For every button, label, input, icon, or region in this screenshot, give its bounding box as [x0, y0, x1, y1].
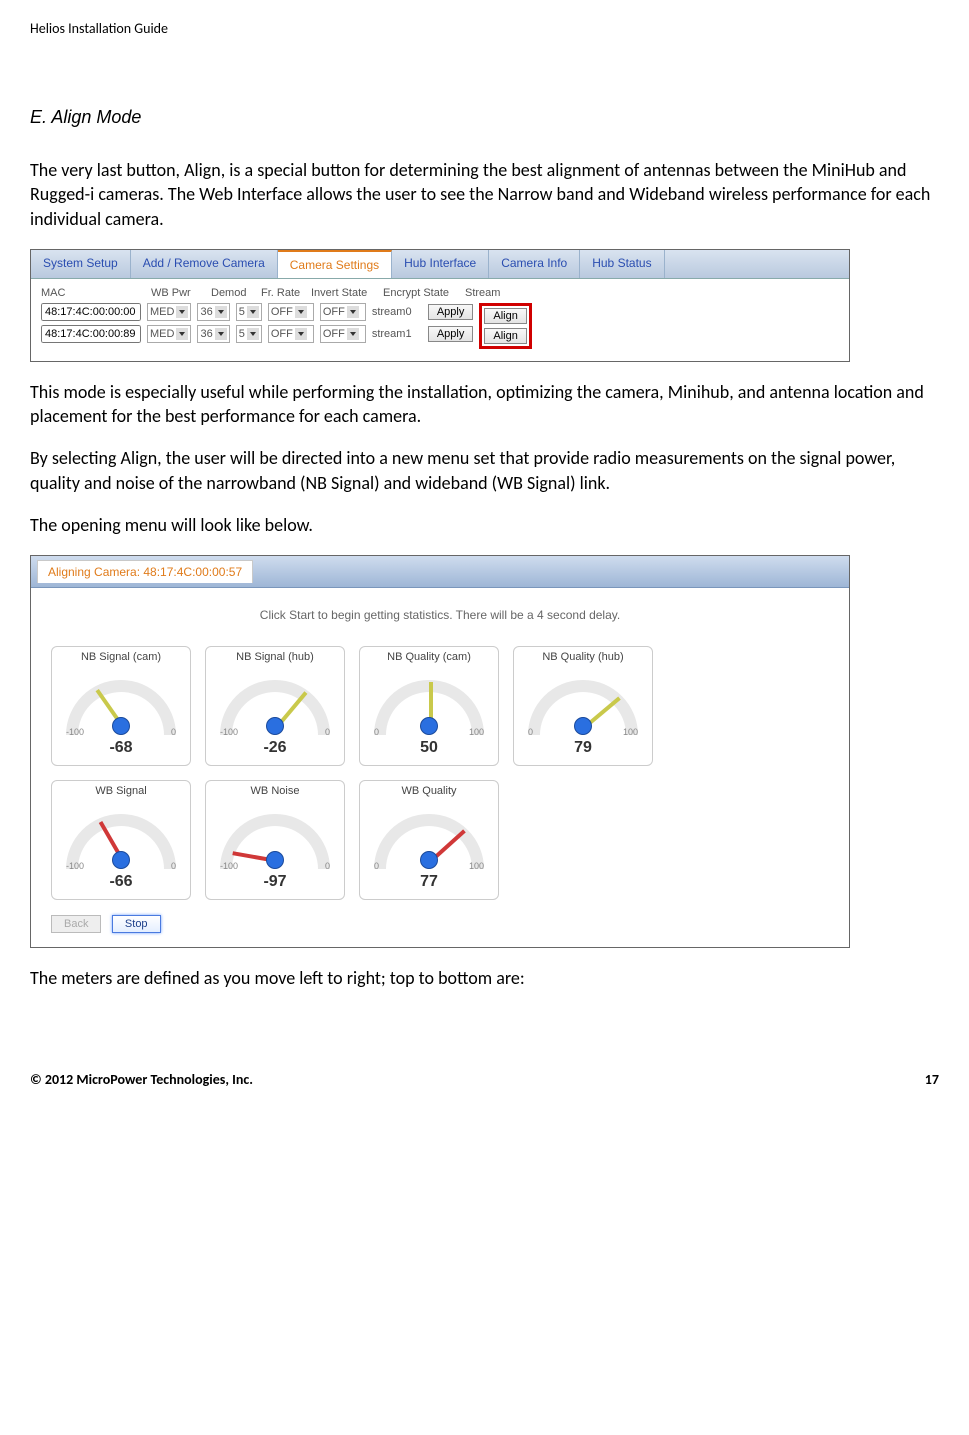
gauge-value: 79 — [514, 739, 652, 757]
gauge-ticks: -1000 — [206, 861, 344, 871]
doc-header: Helios Installation Guide — [30, 20, 939, 37]
invert-select[interactable]: OFF — [268, 325, 314, 343]
gauge: NB Quality (cam) 0100 50 — [359, 646, 499, 766]
chevron-down-icon — [295, 328, 307, 340]
col-encrypt: Encrypt State — [383, 287, 455, 299]
gauge-title: NB Quality (cam) — [360, 651, 498, 663]
encrypt-select[interactable]: OFF — [320, 303, 366, 321]
section-title: E. Align Mode — [30, 107, 939, 128]
paragraph-1: The very last button, Align, is a specia… — [30, 158, 939, 231]
gauge: NB Quality (hub) 0100 79 — [513, 646, 653, 766]
gauge-value: 77 — [360, 873, 498, 891]
gauge-title: WB Signal — [52, 785, 190, 797]
tab-camera-settings[interactable]: Camera Settings — [278, 250, 392, 278]
gauge-ticks: -1000 — [52, 861, 190, 871]
gauge: NB Signal (hub) -1000 -26 — [205, 646, 345, 766]
frrate-select[interactable]: 5 — [236, 303, 262, 321]
gauge-ticks: 0100 — [514, 727, 652, 737]
chevron-down-icon — [215, 328, 227, 340]
column-headers: MAC WB Pwr Demod Fr. Rate Invert State E… — [41, 287, 839, 299]
align-header-bar: Aligning Camera: 48:17:4C:00:00:57 — [31, 556, 849, 588]
tab-bar: System Setup Add / Remove Camera Camera … — [31, 250, 849, 279]
chevron-down-icon — [215, 306, 227, 318]
paragraph-4: The opening menu will look like below. — [30, 513, 939, 537]
screenshot-camera-settings: System Setup Add / Remove Camera Camera … — [30, 249, 850, 362]
col-frrate: Fr. Rate — [261, 287, 301, 299]
back-button: Back — [51, 915, 101, 933]
tab-add-remove-camera[interactable]: Add / Remove Camera — [131, 250, 278, 278]
demod-select[interactable]: 36 — [197, 325, 229, 343]
wbpwr-select[interactable]: MED — [147, 303, 191, 321]
col-mac: MAC — [41, 287, 141, 299]
frrate-select[interactable]: 5 — [236, 325, 262, 343]
gauge-ticks: 0100 — [360, 727, 498, 737]
gauge-title: WB Noise — [206, 785, 344, 797]
col-demod: Demod — [211, 287, 251, 299]
gauge-row-bottom: WB Signal -1000 -66 WB Noise -1000 -97 WB Qual… — [51, 780, 829, 900]
button-row: Back Stop — [51, 914, 829, 933]
invert-select[interactable]: OFF — [268, 303, 314, 321]
chevron-down-icon — [247, 306, 259, 318]
tab-camera-info[interactable]: Camera Info — [489, 250, 580, 278]
stream-label: stream0 — [372, 306, 422, 318]
gauge-value: -97 — [206, 873, 344, 891]
gauge-row-top: NB Signal (cam) -1000 -68 NB Signal (hub) -1… — [51, 646, 829, 766]
gauge: WB Signal -1000 -66 — [51, 780, 191, 900]
gauge-ticks: -1000 — [52, 727, 190, 737]
mac-field[interactable] — [41, 303, 141, 321]
tab-hub-status[interactable]: Hub Status — [580, 250, 664, 278]
gauge-ticks: -1000 — [206, 727, 344, 737]
gauge-title: NB Signal (cam) — [52, 651, 190, 663]
chevron-down-icon — [176, 306, 188, 318]
demod-select[interactable]: 36 — [197, 303, 229, 321]
page-number: 17 — [925, 1071, 939, 1088]
encrypt-select[interactable]: OFF — [320, 325, 366, 343]
chevron-down-icon — [347, 306, 359, 318]
tab-hub-interface[interactable]: Hub Interface — [392, 250, 489, 278]
gauge-title: NB Signal (hub) — [206, 651, 344, 663]
screenshot-align-gauges: Aligning Camera: 48:17:4C:00:00:57 Click… — [30, 555, 850, 948]
gauge-ticks: 0100 — [360, 861, 498, 871]
gauge: NB Signal (cam) -1000 -68 — [51, 646, 191, 766]
wbpwr-select[interactable]: MED — [147, 325, 191, 343]
chevron-down-icon — [295, 306, 307, 318]
copyright-text: © 2012 MicroPower Technologies, Inc. — [30, 1071, 253, 1088]
stop-button[interactable]: Stop — [112, 915, 161, 933]
gauge-title: WB Quality — [360, 785, 498, 797]
align-highlight-box: Align Align — [479, 303, 531, 349]
page-footer: © 2012 MicroPower Technologies, Inc. 17 — [30, 1071, 939, 1088]
align-tab-title: Aligning Camera: 48:17:4C:00:00:57 — [37, 560, 253, 583]
table-row: MED 36 5 OFF OFF stream0 Apply — [41, 303, 473, 321]
gauge-value: -68 — [52, 739, 190, 757]
tab-system-setup[interactable]: System Setup — [31, 250, 131, 278]
align-hint-text: Click Start to begin getting statistics.… — [51, 608, 829, 622]
gauge-value: -26 — [206, 739, 344, 757]
settings-panel: MAC WB Pwr Demod Fr. Rate Invert State E… — [31, 279, 849, 361]
gauge-value: -66 — [52, 873, 190, 891]
gauge-title: NB Quality (hub) — [514, 651, 652, 663]
paragraph-2: This mode is especially useful while per… — [30, 380, 939, 429]
col-invert: Invert State — [311, 287, 373, 299]
col-stream: Stream — [465, 287, 515, 299]
stream-label: stream1 — [372, 328, 422, 340]
col-wbpwr: WB Pwr — [151, 287, 201, 299]
apply-button[interactable]: Apply — [428, 326, 474, 342]
align-button[interactable]: Align — [484, 328, 526, 344]
paragraph-5: The meters are defined as you move left … — [30, 966, 939, 990]
align-button[interactable]: Align — [484, 308, 526, 324]
chevron-down-icon — [176, 328, 188, 340]
gauge: WB Quality 0100 77 — [359, 780, 499, 900]
gauge: WB Noise -1000 -97 — [205, 780, 345, 900]
apply-button[interactable]: Apply — [428, 304, 474, 320]
chevron-down-icon — [347, 328, 359, 340]
chevron-down-icon — [247, 328, 259, 340]
mac-field[interactable] — [41, 325, 141, 343]
table-row: MED 36 5 OFF OFF stream1 Apply — [41, 325, 473, 343]
paragraph-3: By selecting Align, the user will be dir… — [30, 446, 939, 495]
gauge-value: 50 — [360, 739, 498, 757]
